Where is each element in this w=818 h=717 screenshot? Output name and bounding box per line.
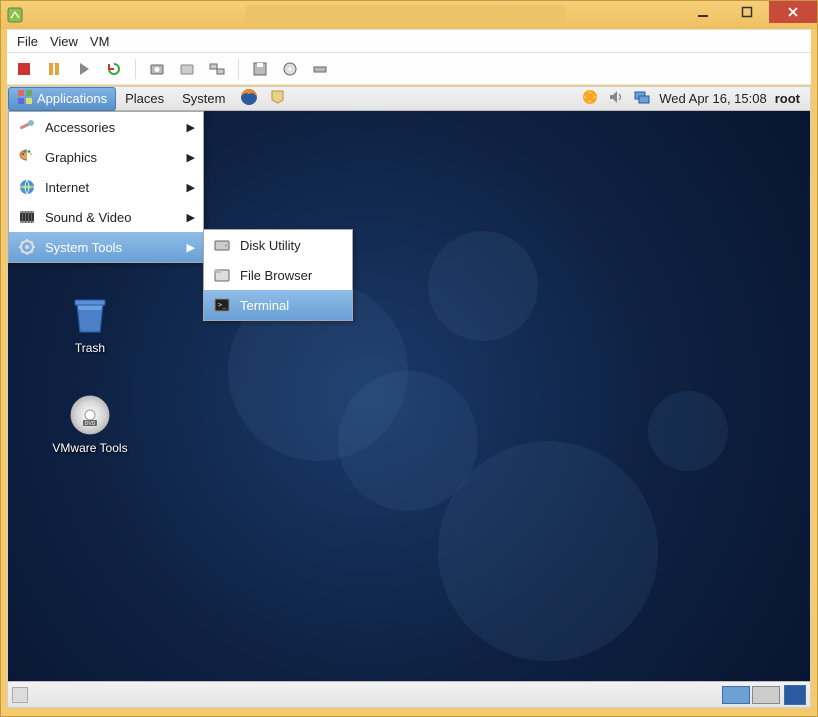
- vmware-logo-icon: [7, 7, 23, 23]
- file-browser-icon: [212, 265, 232, 285]
- user-menu[interactable]: root: [775, 91, 800, 106]
- menu-vm[interactable]: VM: [90, 34, 110, 49]
- sound-video-icon: [17, 207, 37, 227]
- maximize-button[interactable]: [725, 1, 769, 23]
- system-tools-submenu: Disk Utility File Browser >_ Terminal: [203, 229, 353, 321]
- firefox-icon: [239, 87, 259, 110]
- show-desktop-button-left[interactable]: [12, 687, 28, 703]
- gnome-top-panel: Applications Places System: [8, 87, 810, 111]
- app-menu-label: System Tools: [45, 240, 122, 255]
- play-icon[interactable]: [73, 58, 95, 80]
- svg-text:DVD: DVD: [85, 421, 96, 427]
- app-menu-system-tools[interactable]: System Tools ▶: [9, 232, 203, 262]
- app-menu-label: Sound & Video: [45, 210, 132, 225]
- app-menu-label: Internet: [45, 180, 89, 195]
- update-notifier-icon[interactable]: [581, 88, 599, 109]
- gnome-bottom-panel: [8, 681, 810, 707]
- workspace-switcher: [722, 686, 784, 704]
- system-tools-icon: [17, 237, 37, 257]
- toolbar-separator: [135, 59, 136, 79]
- guest-os-display: Applications Places System: [7, 86, 811, 708]
- submenu-label: Disk Utility: [240, 238, 301, 253]
- applications-icon: [17, 89, 33, 108]
- desktop-icon-trash[interactable]: Trash: [40, 291, 140, 355]
- svg-text:>_: >_: [218, 301, 227, 309]
- submenu-file-browser[interactable]: File Browser: [204, 260, 352, 290]
- workspace-1[interactable]: [722, 686, 750, 704]
- places-label: Places: [125, 91, 164, 106]
- graphics-icon: [17, 147, 37, 167]
- trash-icon: [66, 291, 114, 339]
- toolbar-separator: [238, 59, 239, 79]
- reset-icon[interactable]: [103, 58, 125, 80]
- desktop-icon-vmtools[interactable]: DVD VMware Tools: [40, 391, 140, 455]
- chevron-right-icon: ▶: [187, 151, 195, 164]
- floppy-icon[interactable]: [249, 58, 271, 80]
- terminal-icon: >_: [212, 295, 232, 315]
- app-menu-graphics[interactable]: Graphics ▶: [9, 142, 203, 172]
- notes-icon: [269, 88, 287, 109]
- app-menu-accessories[interactable]: Accessories ▶: [9, 112, 203, 142]
- chevron-right-icon: ▶: [187, 181, 195, 194]
- applications-menu-button[interactable]: Applications: [8, 87, 116, 111]
- submenu-label: File Browser: [240, 268, 312, 283]
- cd-icon[interactable]: [279, 58, 301, 80]
- snapshot-manager-icon[interactable]: [206, 58, 228, 80]
- system-label: System: [182, 91, 225, 106]
- title-blurred-region: [246, 5, 566, 23]
- snapshot-icon[interactable]: [146, 58, 168, 80]
- minimize-button[interactable]: [681, 1, 725, 23]
- app-menu-label: Graphics: [45, 150, 97, 165]
- disk-utility-icon: [212, 235, 232, 255]
- places-menu-button[interactable]: Places: [116, 87, 173, 111]
- chevron-right-icon: ▶: [187, 241, 195, 254]
- notes-launcher[interactable]: [264, 87, 292, 111]
- workspace-2[interactable]: [752, 686, 780, 704]
- accessories-icon: [17, 117, 37, 137]
- applications-menu: Accessories ▶ Graphics ▶ Internet ▶: [8, 111, 204, 263]
- clock[interactable]: Wed Apr 16, 15:08: [659, 91, 766, 106]
- pause-icon[interactable]: [43, 58, 65, 80]
- app-menu-label: Accessories: [45, 120, 115, 135]
- chevron-right-icon: ▶: [187, 121, 195, 134]
- submenu-disk-utility[interactable]: Disk Utility: [204, 230, 352, 260]
- app-menu-sound-video[interactable]: Sound & Video ▶: [9, 202, 203, 232]
- dvd-icon: DVD: [66, 391, 114, 439]
- chevron-right-icon: ▶: [187, 211, 195, 224]
- submenu-terminal[interactable]: >_ Terminal: [204, 290, 352, 320]
- network-status-icon[interactable]: [633, 88, 651, 109]
- menu-view[interactable]: View: [50, 34, 78, 49]
- snapshot-revert-icon[interactable]: [176, 58, 198, 80]
- volume-icon[interactable]: [607, 88, 625, 109]
- outer-toolbar: [7, 53, 811, 85]
- window-controls: [681, 1, 817, 23]
- desktop-icon-vmtools-label: VMware Tools: [40, 441, 140, 455]
- outer-menubar: File View VM: [7, 29, 811, 53]
- stop-icon[interactable]: [13, 58, 35, 80]
- submenu-label: Terminal: [240, 298, 289, 313]
- applications-label: Applications: [37, 91, 107, 106]
- show-desktop-button-right[interactable]: [784, 685, 806, 705]
- desktop-icon-trash-label: Trash: [40, 341, 140, 355]
- network-adapter-icon[interactable]: [309, 58, 331, 80]
- close-button[interactable]: [769, 1, 817, 23]
- app-menu-internet[interactable]: Internet ▶: [9, 172, 203, 202]
- outer-titlebar[interactable]: [1, 1, 817, 29]
- vmware-console-window: File View VM Applications Places: [0, 0, 818, 717]
- internet-icon: [17, 177, 37, 197]
- menu-file[interactable]: File: [17, 34, 38, 49]
- firefox-launcher[interactable]: [234, 87, 264, 111]
- system-menu-button[interactable]: System: [173, 87, 234, 111]
